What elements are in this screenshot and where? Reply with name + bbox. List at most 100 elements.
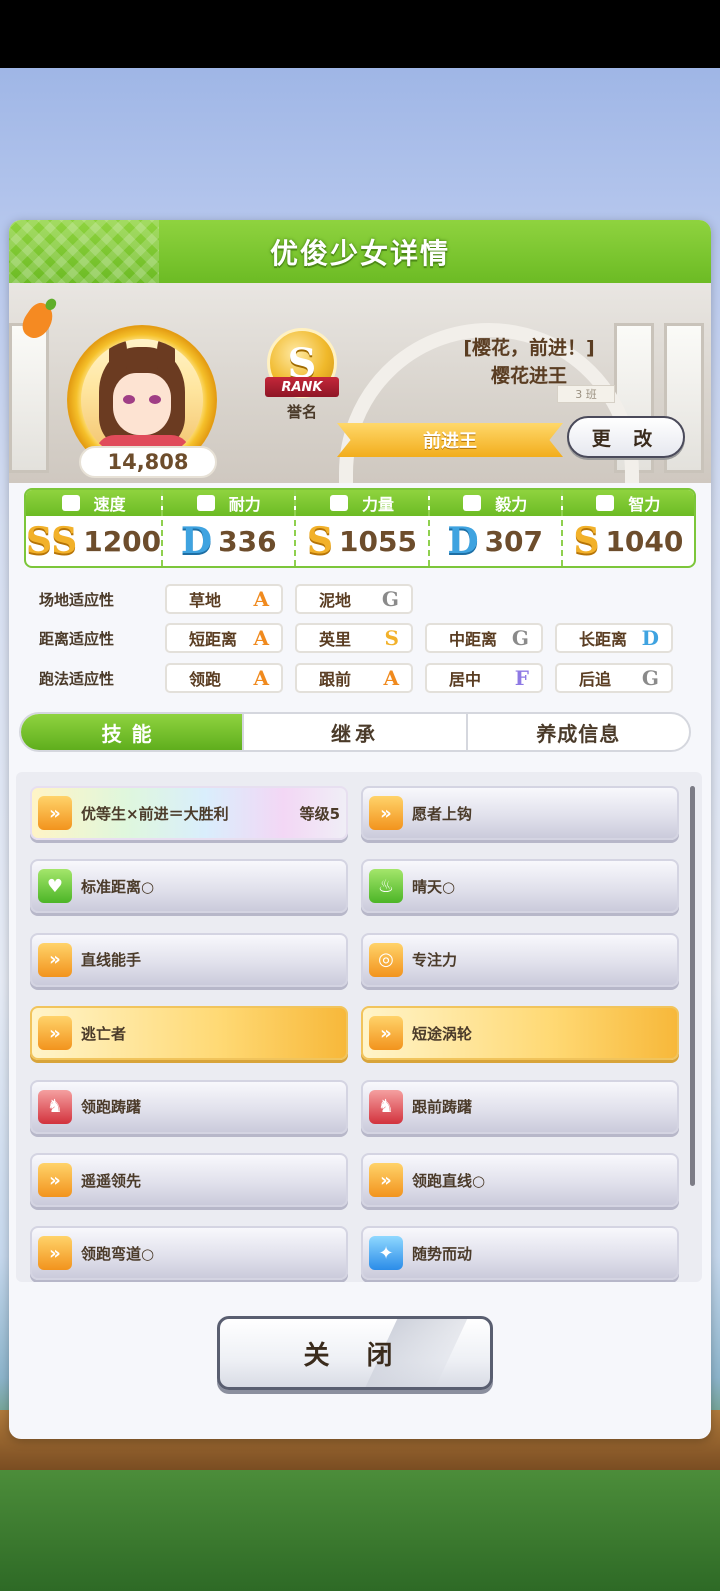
speed-icon: » [38,942,72,977]
aptitude-grade: G [511,626,529,650]
aptitude-label: 场地适应性 [39,590,115,609]
stat-label: 速度 [93,495,126,514]
avatar-eye [149,395,161,404]
class-sign: 3 班 [557,385,615,403]
heart-icon: ♥ [38,869,72,904]
skill-card[interactable]: ♨ 晴天○ [361,859,679,914]
stat-grade: S [573,520,600,562]
aptitude-name: 领跑 [189,670,222,689]
fan-count: 14,808 [79,446,217,478]
stat-body: S 1055 [296,516,427,566]
stat-header: 速度 [26,490,162,516]
aptitude-item: 后追 G [555,663,673,693]
skills-list[interactable]: » 优等生×前进＝大胜利 等级5 » 愿者上钩 ♥ 标准距离○ ♨ 晴天○ » 直线能手 ◎ 专注力 » 逃… [16,772,702,1282]
top-black-bar [0,0,720,68]
stat-grade: D [180,520,213,562]
panel-title: 优俊少女详情 [269,236,450,270]
nickname-line: [樱花，前进！] [463,337,595,359]
aptitude-name: 英里 [319,630,352,649]
debuff-icon: ♞ [38,1089,72,1124]
sparkle-icon: ✦ [369,1236,403,1271]
skill-card[interactable]: » 领跑弯道○ [30,1226,348,1281]
skill-card[interactable]: ◎ 专注力 [361,932,679,987]
aptitude-item: 领跑 A [165,663,283,693]
horse-ear-right [157,339,175,369]
skill-name: 领跑弯道○ [81,1244,155,1263]
flame-icon [463,495,482,511]
aptitude-name: 长距离 [579,630,628,649]
aptitude-name: 泥地 [319,591,352,610]
aptitude-name: 居中 [449,670,482,689]
tab-inheritance[interactable]: 继承 [244,714,468,750]
aptitude-label: 距离适应性 [39,629,115,648]
aptitude-item: 英里 S [295,623,413,653]
speed-icon: » [38,1163,72,1197]
stat-header: 智力 [562,490,694,516]
aptitude-grade: A [253,666,269,690]
style-aptitude-row: 跑法适应性 领跑 A 跟前 A 居中 F 后追 G [39,663,685,693]
field-aptitude-row: 场地适应性 草地 A 泥地 G [39,584,425,614]
aptitude-item: 短距离 A [165,623,283,653]
skill-card[interactable]: » 直线能手 [30,932,348,987]
aptitude-item: 跟前 A [295,663,413,693]
skill-card[interactable]: » 愿者上钩 [361,786,679,840]
aptitude-label: 跑法适应性 [39,669,115,688]
skill-name: 晴天○ [412,877,456,896]
aptitude-grade: G [641,666,659,690]
window-decor [9,323,49,473]
skill-name: 优等生×前进＝大胜利 [81,804,229,823]
avatar-face [113,373,171,435]
distance-aptitude-row: 距离适应性 短距离 A 英里 S 中距离 G 长距离 D [39,623,685,653]
skill-card[interactable]: » 领跑直线○ [361,1153,679,1207]
aptitude-name: 中距离 [449,630,498,649]
stat-label: 耐力 [228,495,261,514]
aptitude-grade: A [383,666,399,690]
skill-name: 标准距离○ [81,877,155,896]
aptitude-item: 居中 F [425,663,543,693]
header-pattern [9,220,159,283]
skill-card[interactable]: ♥ 标准距离○ [30,859,348,914]
shoe-icon [61,495,80,511]
avatar-eye [123,395,135,404]
aptitude-item: 泥地 G [295,584,413,614]
skills-scrollbar[interactable] [690,786,695,1186]
aptitude-name: 后追 [579,670,612,689]
stat-value: 307 [484,524,544,558]
speed-icon: » [369,1016,403,1051]
close-button[interactable]: 关 闭 [217,1316,493,1390]
skill-name: 跟前踌躇 [412,1098,473,1117]
skill-card[interactable]: » 逃亡者 [30,1006,348,1061]
skill-card[interactable]: ♞ 领跑踌躇 [30,1079,348,1134]
aptitude-grade: D [641,626,659,650]
skill-card[interactable]: » 优等生×前进＝大胜利 等级5 [30,786,348,840]
skill-name: 直线能手 [81,951,142,970]
skill-card[interactable]: » 遥遥领先 [30,1153,348,1207]
horse-ear-left [109,339,127,369]
skill-card[interactable]: ✦ 随势而动 [361,1226,679,1281]
rank-ribbon: RANK [265,377,339,397]
aptitude-grade: G [381,587,399,611]
skill-name: 随势而动 [412,1244,473,1263]
speed-icon: » [38,1236,72,1271]
stat-header: 耐力 [163,490,295,516]
background-grass [0,1470,720,1591]
stat-value: 1055 [339,524,417,558]
stat-1: 耐力 D 336 [163,490,297,566]
stat-value: 1040 [605,524,684,558]
tab-training-info[interactable]: 养成信息 [468,714,689,750]
detail-tabs: 技能 继承 养成信息 [19,712,691,752]
skill-card[interactable]: ♞ 跟前踌躇 [361,1079,679,1134]
skill-card[interactable]: » 短途涡轮 [361,1006,679,1061]
aptitude-name: 跟前 [319,670,352,689]
change-title-button[interactable]: 更 改 [567,416,685,458]
stat-body: S 1040 [563,516,694,566]
stat-3: 毅力 D 307 [429,490,563,566]
aptitude-item: 草地 A [165,584,283,614]
umamusume-detail-panel: 优俊少女详情 14,808 S RANK 誉名 [樱花，前进！] 樱花进王 3 … [9,220,711,1439]
aptitude-name: 草地 [189,591,222,610]
aptitude-name: 短距离 [189,630,238,649]
tab-skills[interactable]: 技能 [21,714,245,750]
skill-name: 愿者上钩 [412,804,473,823]
close-button-label: 关 闭 [303,1340,407,1371]
speed-icon: » [38,796,72,830]
